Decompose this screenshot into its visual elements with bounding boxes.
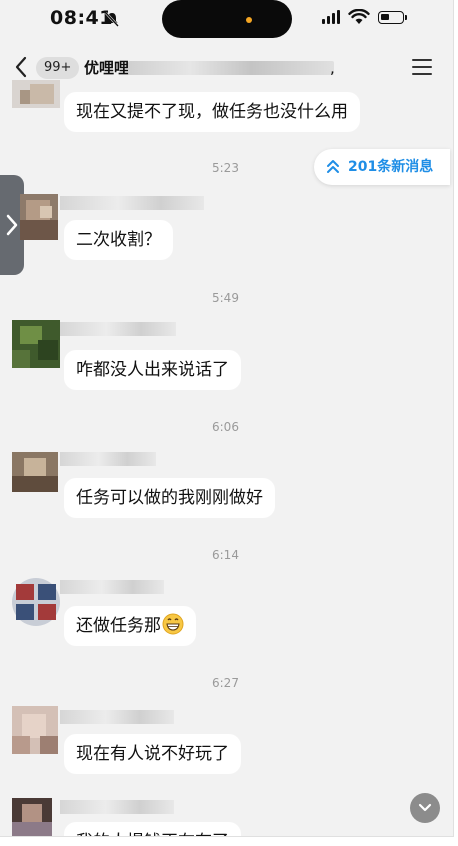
sender-name-redacted <box>60 196 204 210</box>
chevron-right-icon <box>6 214 18 236</box>
avatar[interactable] <box>12 452 58 492</box>
timestamp: 5:23 <box>212 161 239 175</box>
avatar[interactable] <box>12 798 52 836</box>
sender-name-redacted <box>60 800 174 814</box>
signal-icon <box>322 10 342 24</box>
message-bubble: 我的人提钱正在有了 <box>64 822 241 836</box>
timestamp: 6:27 <box>212 676 239 690</box>
timestamp: 5:49 <box>212 291 239 305</box>
scroll-to-bottom-button[interactable] <box>410 793 440 823</box>
status-bar: 08:41 <box>0 0 453 40</box>
chat-title: 优哩哩 <box>84 59 130 77</box>
message-bubble: 现在又提不了现，做任务也没什么用 <box>64 92 360 132</box>
avatar[interactable] <box>20 194 58 240</box>
back-button[interactable] <box>10 53 32 81</box>
sender-name-redacted <box>60 322 176 336</box>
avatar[interactable] <box>12 706 58 754</box>
title-suffix: , <box>330 59 335 77</box>
message-bubble: 二次收割？ <box>64 220 173 260</box>
bell-slash-icon <box>105 12 119 27</box>
timestamp: 6:14 <box>212 548 239 562</box>
message-bubble: 还做任务那 <box>64 606 196 646</box>
new-messages-label: 201条新消息 <box>348 159 434 175</box>
wifi-icon <box>348 9 370 24</box>
menu-button[interactable] <box>412 58 434 76</box>
unread-badge[interactable]: 99+ <box>36 57 80 79</box>
message-text: 还做任务那 <box>76 616 161 636</box>
message-bubble: 任务可以做的我刚刚做好 <box>64 478 275 518</box>
chevron-down-icon <box>418 803 432 812</box>
timestamp: 6:06 <box>212 420 239 434</box>
chat-header: 99+ 优哩哩 , <box>0 48 453 88</box>
message-bubble: 咋都没人出来说话了 <box>64 350 241 390</box>
sender-name-redacted <box>60 710 174 724</box>
redacted-title <box>128 61 334 75</box>
avatar[interactable] <box>12 80 60 108</box>
dynamic-island <box>162 0 292 38</box>
chat-screen: 08:41 99+ 优哩哩 , 现在又提不了现，做任务也没什么用 201条新消息… <box>0 0 454 837</box>
avatar[interactable] <box>12 320 60 368</box>
sender-name-redacted <box>60 452 156 466</box>
avatar[interactable] <box>12 578 60 626</box>
double-chevron-up-icon <box>327 160 339 173</box>
message-bubble: 现在有人说不好玩了 <box>64 734 241 774</box>
sender-name-redacted <box>60 580 164 594</box>
grinning-face-emoji <box>162 613 184 635</box>
privacy-indicator <box>246 17 252 23</box>
battery-icon <box>378 11 407 24</box>
new-messages-button[interactable]: 201条新消息 <box>314 149 450 185</box>
